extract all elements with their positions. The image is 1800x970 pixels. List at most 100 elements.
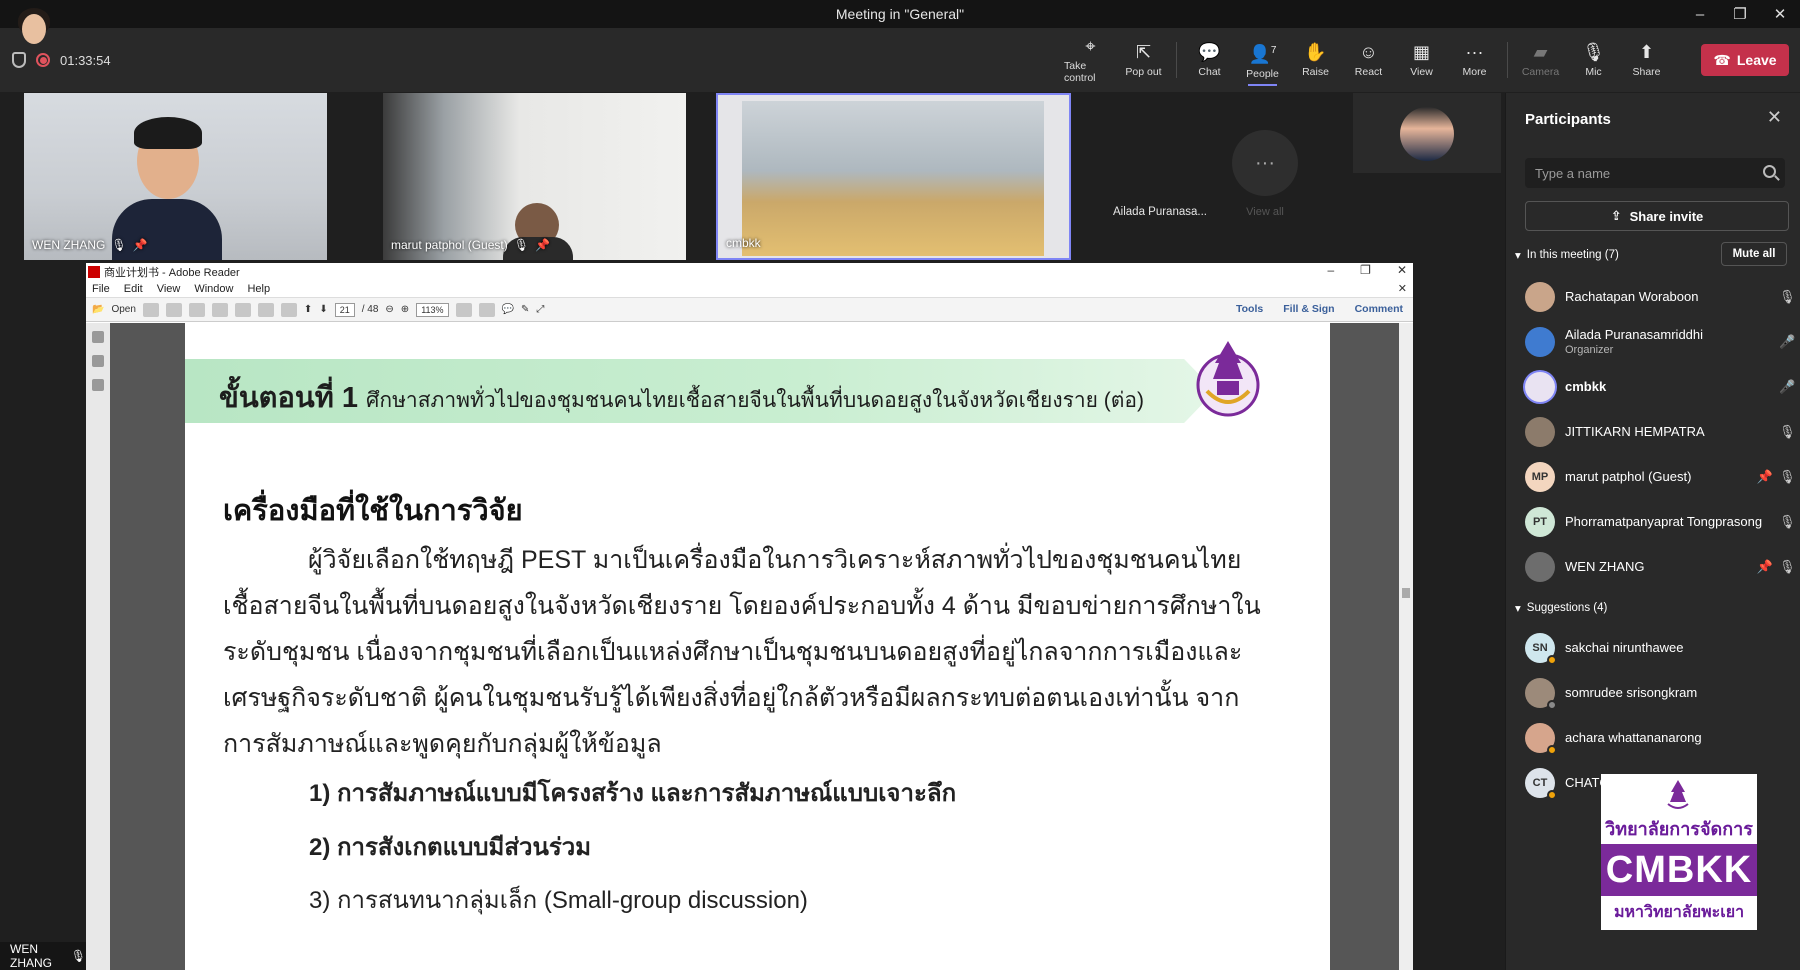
view-all-button[interactable]: ··· [1232,130,1298,196]
search-input[interactable] [1525,158,1785,188]
leave-button[interactable]: ☎ Leave [1701,44,1789,76]
video-tile-marut-patphol[interactable]: marut patphol (Guest) 🎙 📌 [383,93,686,260]
chat-label: Chat [1198,66,1221,78]
camera-button[interactable]: ▰ Camera [1514,28,1567,92]
pdf-icon [88,266,100,278]
title-bar: Meeting in "General" – ❐ ✕ [0,0,1800,28]
participant-row[interactable]: Ailada Puranasamriddhi Organizer 🎤 [1525,322,1795,362]
restore-icon[interactable]: ❐ [1720,0,1760,28]
open-folder-icon[interactable]: 📂 [92,304,104,315]
meeting-room-video [742,101,1044,256]
zoom-out-icon[interactable]: ⊖ [385,304,393,315]
view-button[interactable]: ▦ View [1395,28,1448,92]
pop-out-icon: ⇱ [1135,42,1152,62]
scrollbar-thumb[interactable] [1402,588,1410,598]
leave-label: Leave [1736,52,1777,68]
mic-icon: 🎤 [1779,379,1796,394]
pop-out-button[interactable]: ⇱ Pop out [1117,28,1170,92]
comment-icon[interactable]: 💬 [502,304,514,315]
react-label: React [1354,66,1383,78]
share-label: Share [1632,66,1661,78]
attachment-icon[interactable] [92,379,104,391]
fit-width-icon[interactable] [478,302,495,317]
menu-window[interactable]: Window [194,283,233,295]
take-control-button[interactable]: ⌖ Take control [1064,28,1117,92]
react-button[interactable]: ☺ React [1342,28,1395,92]
close-icon[interactable]: ✕ [1397,263,1407,277]
video-tile-wen-zhang[interactable]: WEN ZHANG 🎙 📌 [24,93,327,260]
more-label: More [1462,66,1487,78]
teams-meeting-window: Meeting in "General" – ❐ ✕ 01:33:54 ⌖ Ta… [0,0,1800,970]
page-up-icon[interactable]: ⬆ [304,304,312,315]
participant-row[interactable]: WEN ZHANG 📌 🎙 [1525,547,1796,587]
sign-icon[interactable]: ✎ [521,304,529,315]
avatar [1400,107,1454,161]
pending-status-icon [1547,790,1557,800]
convert-icon[interactable] [165,302,182,317]
zoom-select[interactable]: 113% [416,302,449,317]
minimize-icon[interactable]: – [1327,263,1334,277]
suggestion-row[interactable]: SN sakchai nirunthawee [1525,628,1795,668]
close-icon[interactable]: ✕ [1760,0,1800,28]
participant-row[interactable]: JITTIKARN HEMPATRA 🎙 [1525,412,1796,452]
close-document-icon[interactable]: ✕ [1398,282,1407,295]
bookmark-icon[interactable] [92,355,104,367]
pages-icon[interactable] [92,331,104,343]
in-meeting-section-toggle[interactable]: ▾ In this meeting (7) [1515,248,1619,262]
mute-all-button[interactable]: Mute all [1721,242,1787,266]
comment-link[interactable]: Comment [1355,303,1403,315]
print-icon[interactable] [257,302,274,317]
page-number-input[interactable]: 21 [334,302,355,317]
participant-row[interactable]: MP marut patphol (Guest) 📌 🎙 [1525,457,1796,497]
fit-page-icon[interactable] [455,302,472,317]
mic-label: Mic [1585,66,1602,78]
mic-button[interactable]: 🎙 Mic [1567,28,1620,92]
minimize-icon[interactable]: – [1680,0,1720,28]
tile-label: cmbkk [726,236,761,250]
suggestion-row[interactable]: somrudee srisongkram [1525,673,1795,713]
suggestions-section-toggle[interactable]: ▾ Suggestions (4) [1515,601,1607,615]
chevron-down-icon: ▾ [1515,603,1521,615]
suggestion-row[interactable]: achara whattananarong [1525,718,1795,758]
self-video-tile[interactable] [1353,93,1501,173]
reader-document-area: ขั้นตอนที่ 1 ศึกษาสภาพทั่วไปของชุมชนคนไท… [86,323,1413,970]
save-icon[interactable] [234,302,251,317]
open-button[interactable]: Open [111,304,135,315]
tools-link[interactable]: Tools [1236,303,1263,315]
expand-icon[interactable]: ⤢ [536,304,544,315]
restore-icon[interactable]: ❐ [1360,263,1371,277]
chat-button[interactable]: 💬 Chat [1183,28,1236,92]
people-icon: 👤7 [1248,43,1277,64]
close-icon[interactable]: ✕ [1767,107,1782,128]
participant-row[interactable]: PT Phorramatpanyaprat Tongprasong 🎙 [1525,502,1796,542]
people-label: People [1246,67,1279,80]
page-down-icon[interactable]: ⬇ [319,304,327,315]
tile-name: cmbkk [726,236,761,250]
shield-icon [12,52,26,68]
cloud-icon[interactable] [211,302,228,317]
edit-icon[interactable] [188,302,205,317]
toolbar-divider [1507,42,1508,78]
participant-row[interactable]: cmbkk 🎤 [1525,367,1795,407]
participant-name: Ailada Puranasamriddhi [1565,327,1704,342]
page-total: / 48 [361,304,379,315]
email-icon[interactable] [280,302,297,317]
participant-row[interactable]: Rachatapan Woraboon 🎙 [1525,277,1796,317]
fill-sign-link[interactable]: Fill & Sign [1283,303,1334,315]
more-icon: ··· [1255,151,1275,174]
people-button[interactable]: 👤7 People [1236,28,1289,92]
menu-view[interactable]: View [157,283,181,295]
menu-edit[interactable]: Edit [124,283,143,295]
zoom-in-icon[interactable]: ⊕ [401,304,409,315]
menu-file[interactable]: File [92,283,110,295]
reader-scrollbar[interactable] [1399,323,1413,970]
menu-help[interactable]: Help [247,283,270,295]
pending-status-icon [1547,655,1557,665]
video-tile-cmbkk[interactable]: cmbkk [716,93,1071,260]
create-icon[interactable] [142,302,159,317]
mic-off-icon: 🎙 [70,949,86,963]
share-invite-button[interactable]: ⇪ Share invite [1525,201,1789,231]
share-button[interactable]: ⬆ Share [1620,28,1673,92]
more-button[interactable]: ··· More [1448,28,1501,92]
raise-hand-button[interactable]: ✋ Raise [1289,28,1342,92]
